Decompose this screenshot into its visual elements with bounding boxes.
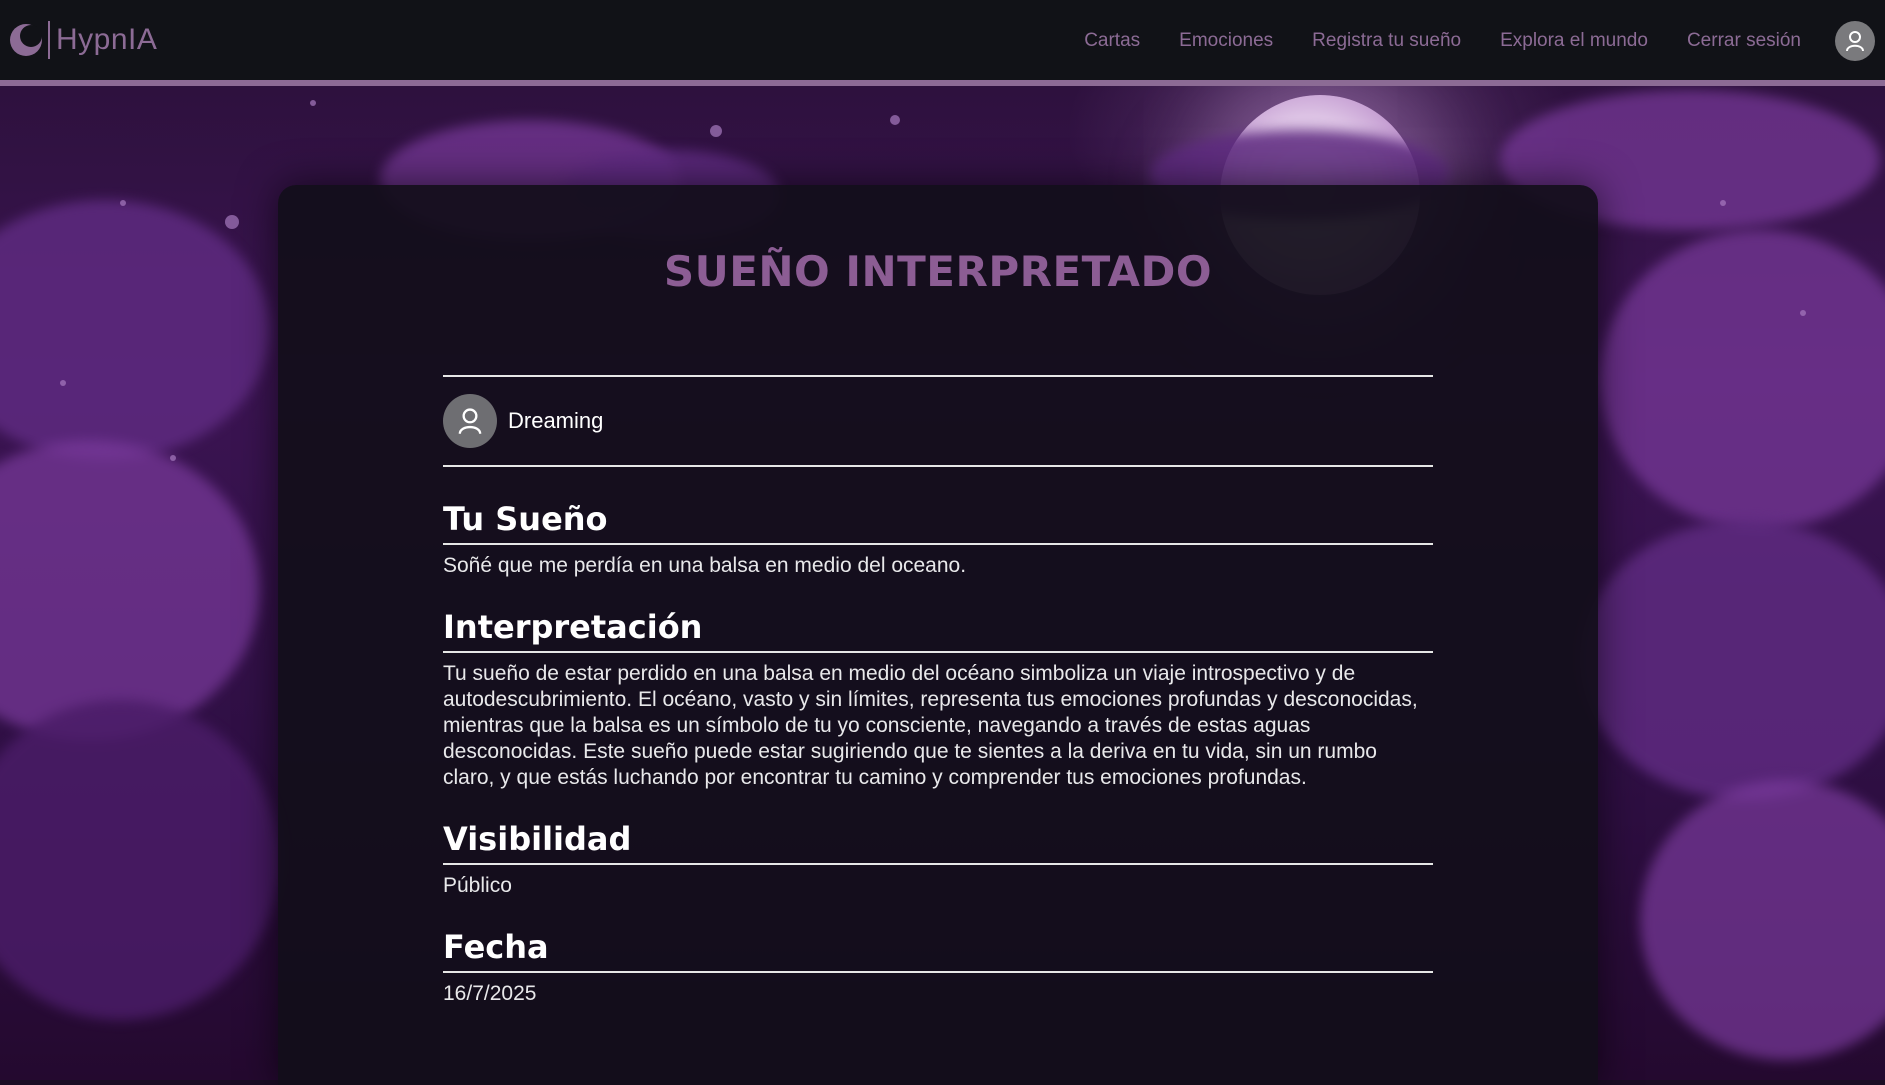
section-visibilidad: Visibilidad Público — [443, 819, 1433, 899]
dream-card: SUEÑO INTERPRETADO Dreaming Tu Sueño Soñ… — [278, 185, 1598, 1085]
author-row: Dreaming — [443, 377, 1433, 465]
crescent-moon-icon — [10, 24, 42, 56]
user-icon — [458, 408, 482, 435]
nav-link-cerrar-sesion[interactable]: Cerrar sesión — [1687, 30, 1801, 52]
section-title: Visibilidad — [443, 820, 632, 858]
brand[interactable]: HypnIA — [8, 20, 157, 60]
visibility-value: Público — [443, 874, 512, 897]
page-title: SUEÑO INTERPRETADO — [663, 247, 1213, 296]
section-title: Tu Sueño — [443, 500, 608, 538]
profile-avatar-button[interactable] — [1835, 21, 1875, 61]
brand-name[interactable]: HypnIA — [56, 23, 157, 57]
nav-link-cartas[interactable]: Cartas — [1084, 30, 1140, 52]
nav-link-registra-tu-sueno[interactable]: Registra tu sueño — [1312, 30, 1461, 52]
section-interpretacion: Interpretación Tu sueño de estar perdido… — [443, 607, 1433, 791]
section-tu-sueno: Tu Sueño Soñé que me perdía en una balsa… — [443, 499, 1433, 579]
nav-link-emociones[interactable]: Emociones — [1179, 30, 1273, 52]
brand-divider — [48, 21, 50, 59]
section-fecha: Fecha 16/7/2025 — [443, 927, 1433, 1007]
section-title: Interpretación — [443, 608, 703, 646]
divider — [443, 465, 1433, 467]
date-value: 16/7/2025 — [443, 982, 537, 1005]
interpretation-text: Tu sueño de estar perdido en una balsa e… — [443, 662, 1418, 789]
nav-link-explora-el-mundo[interactable]: Explora el mundo — [1500, 30, 1648, 52]
dream-text: Soñé que me perdía en una balsa en medio… — [443, 554, 967, 577]
author-name[interactable]: Dreaming — [508, 408, 603, 434]
author-avatar[interactable] — [443, 394, 497, 448]
nav-links: Cartas Emociones Registra tu sueño Explo… — [1045, 30, 1801, 52]
top-navbar: HypnIA Cartas Emociones Registra tu sueñ… — [0, 0, 1885, 86]
dream-content: Dreaming Tu Sueño Soñé que me perdía en … — [443, 375, 1433, 1007]
section-title: Fecha — [443, 928, 549, 966]
user-icon — [1846, 31, 1864, 52]
